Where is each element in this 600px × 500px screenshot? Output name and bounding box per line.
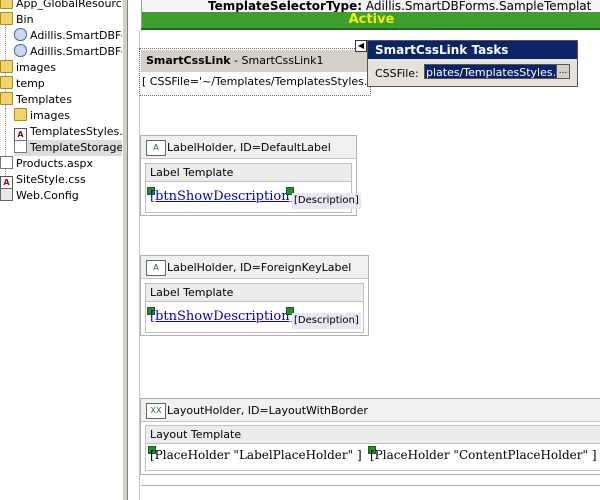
tree-item-templatestorage[interactable]: TemplateStorage.a	[14, 140, 122, 156]
label-placeholder[interactable]: [PlaceHolder "LabelPlaceHolder" ]	[150, 448, 362, 462]
smartcsslink-tasks-panel: SmartCssLink Tasks CSSFile: plates/Templ…	[367, 40, 578, 87]
folder-icon	[0, 92, 13, 105]
tree-item-templatesstyles[interactable]: ATemplatesStyles.cs	[14, 124, 122, 141]
browse-button[interactable]: ...	[556, 64, 570, 79]
aspx-file-icon	[14, 140, 27, 153]
tree-item-temp[interactable]: temp	[0, 76, 45, 92]
solution-explorer-tree: App_GlobalResources Bin Adillis.SmartDBF…	[0, 0, 122, 500]
show-description-link[interactable]: [btnShowDescription]	[150, 189, 295, 204]
tree-item-templates-images[interactable]: images	[14, 108, 70, 124]
type-label: TemplateSelectorType:	[208, 0, 363, 12]
tree-item-images[interactable]: images	[0, 60, 56, 76]
folder-icon	[14, 108, 27, 121]
folder-icon	[0, 0, 13, 9]
description-label: [Description]	[292, 313, 361, 329]
config-file-icon	[0, 188, 13, 201]
label-template-title: Label Template	[146, 284, 363, 302]
label-template-title: Label Template	[146, 164, 351, 182]
tree-item-webconfig[interactable]: Web.Config	[0, 188, 79, 204]
layout-holder[interactable]: XX LayoutHolder, ID=LayoutWithBorder Lay…	[140, 398, 600, 475]
smartcsslink-body: [ CSSFile='~/Templates/TemplatesStyles.c…	[142, 75, 396, 88]
label-holder-header: A LabelHolder, ID=DefaultLabel	[141, 136, 356, 159]
assembly-icon	[14, 44, 27, 57]
template-selector-type-row: TemplateSelectorType: Adillis.SmartDBFor…	[141, 0, 600, 12]
tree-item-app-globalresources[interactable]: App_GlobalResources	[0, 0, 122, 12]
layout-template-title: Layout Template	[146, 426, 600, 444]
tree-item-sitestyle[interactable]: A SiteStyle.css	[0, 172, 86, 189]
tree-item-products[interactable]: Products.aspx	[0, 156, 93, 172]
cssfile-label: CSSFile:	[375, 67, 419, 80]
aspx-file-icon	[0, 156, 13, 169]
type-value: Adillis.SmartDBForms.SampleTemplat	[365, 0, 592, 12]
tree-item-bin[interactable]: Bin	[0, 12, 34, 28]
assembly-icon	[14, 28, 27, 41]
active-bar-border	[141, 28, 600, 30]
description-label: [Description]	[292, 193, 361, 209]
show-description-link[interactable]: [btnShowDescription]	[150, 309, 295, 324]
label-holder-icon: A	[146, 260, 166, 276]
tasks-title: SmartCssLink Tasks	[368, 41, 577, 59]
folder-icon	[0, 12, 13, 25]
tree-item-assembly-1[interactable]: Adillis.SmartDBForm	[14, 28, 122, 44]
tree-item-templates[interactable]: Templates	[0, 92, 72, 108]
folder-icon	[0, 60, 13, 73]
folder-icon	[0, 76, 13, 89]
smartcsslink-name: SmartCssLink	[146, 54, 231, 67]
smartcsslink-control[interactable]: SmartCssLink - SmartCssLink1 [ CSSFile='…	[139, 48, 396, 96]
smart-tag-button[interactable]: ◀	[355, 40, 367, 52]
pane-splitter[interactable]	[122, 0, 128, 500]
label-holder-icon: A	[146, 140, 166, 156]
cssfile-input[interactable]: plates/TemplatesStyles.css	[424, 64, 557, 79]
smartcsslink-id: - SmartCssLink1	[230, 54, 324, 67]
label-holder-header: A LabelHolder, ID=ForeignKeyLabel	[141, 256, 368, 279]
content-placeholder[interactable]: [PlaceHolder "ContentPlaceHolder" ]	[370, 448, 597, 462]
active-status-bar: Active	[141, 12, 600, 28]
smartcsslink-header: SmartCssLink - SmartCssLink1	[141, 50, 369, 72]
tree-item-assembly-2[interactable]: Adillis.SmartDBForm	[14, 44, 122, 60]
layout-holder-header: XX LayoutHolder, ID=LayoutWithBorder	[141, 399, 600, 422]
designer-bottom-divider	[141, 485, 600, 486]
layout-holder-icon: XX	[146, 403, 166, 419]
